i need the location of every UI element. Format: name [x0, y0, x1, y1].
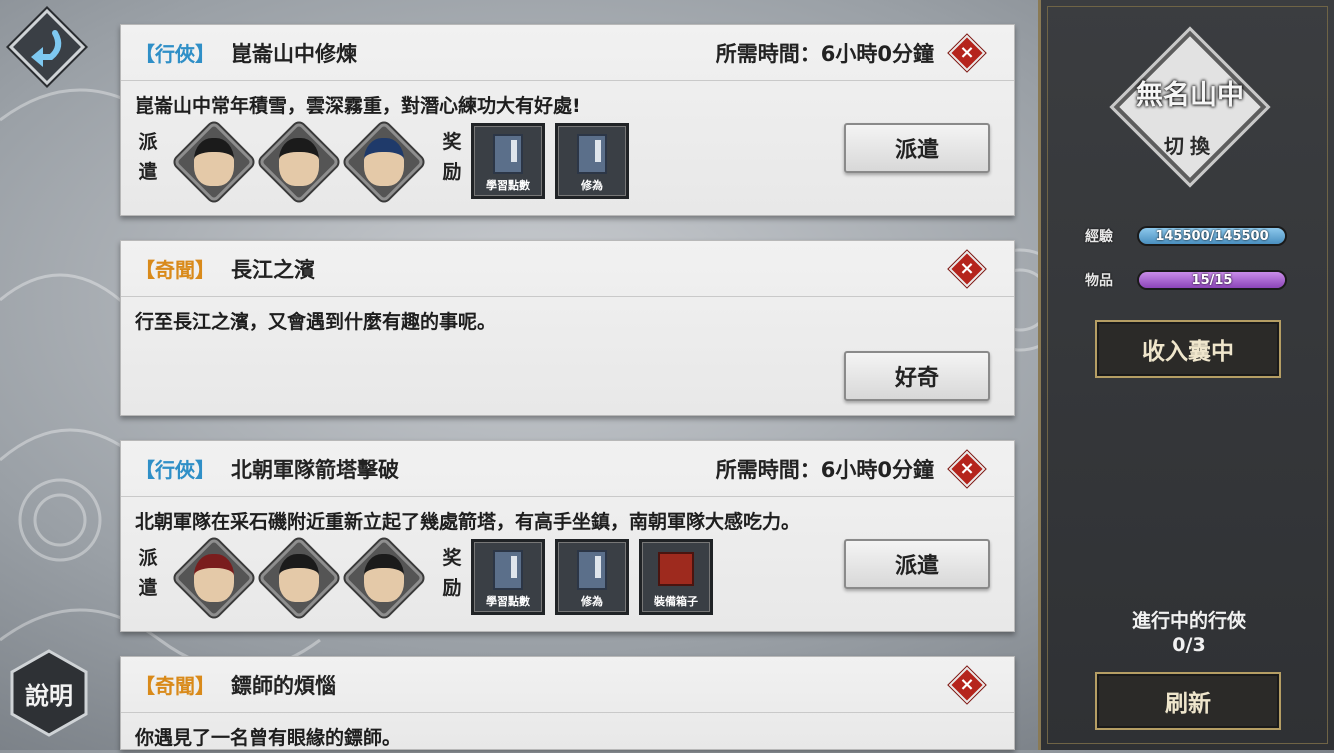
- quest-tag: 【奇聞】: [135, 674, 215, 698]
- items-row: 物品 15/15: [1085, 270, 1287, 290]
- hero-portrait-slot[interactable]: [342, 120, 426, 204]
- hero-face-icon: [364, 138, 404, 186]
- quest-header: 【奇聞】 鏢師的煩惱 ×: [121, 657, 1014, 713]
- exp-bar: 145500/145500: [1137, 226, 1287, 246]
- exp-label: 經驗: [1085, 229, 1113, 245]
- quest-tag: 【行俠】: [135, 42, 215, 66]
- close-icon: ×: [959, 42, 975, 63]
- help-button[interactable]: 說明: [8, 648, 90, 738]
- reward-item-label: 修為: [581, 595, 603, 608]
- hero-portrait-slot[interactable]: [172, 536, 256, 620]
- items-label: 物品: [1085, 273, 1113, 289]
- close-quest-button[interactable]: ×: [948, 250, 986, 288]
- ongoing-count: 0/3: [1172, 634, 1206, 656]
- hero-portrait-slot[interactable]: [342, 536, 426, 620]
- chest-icon: [658, 552, 694, 586]
- curious-button[interactable]: 好奇: [844, 351, 990, 401]
- quest-card: 【奇聞】 長江之濱 × 行至長江之濱，又會遇到什麼有趣的事呢。 好奇: [120, 240, 1015, 416]
- quest-title: 鏢師的煩惱: [231, 673, 336, 698]
- reward-item-label: 學習點數: [486, 595, 530, 608]
- quest-time: 所需時間：6小時0分鐘: [715, 457, 934, 482]
- exp-value: 145500/145500: [1155, 228, 1269, 244]
- book-icon: [577, 134, 607, 174]
- quest-card: 【行俠】 崑崙山中修煉 所需時間：6小時0分鐘 × 崑崙山中常年積雪，雲深霧重，…: [120, 24, 1015, 216]
- quest-description: 你遇見了一名曾有眼緣的鏢師。: [135, 727, 402, 749]
- reward-item[interactable]: 修為: [555, 123, 629, 199]
- dispatch-label: 派遣: [138, 547, 158, 599]
- book-icon: [577, 550, 607, 590]
- back-arrow-icon: [31, 30, 62, 67]
- exp-row: 經驗 145500/145500: [1085, 226, 1287, 246]
- side-panel: 無名山中 切換 經驗 145500/145500 物品 15/15 收入囊中 進…: [1038, 0, 1334, 750]
- close-icon: ×: [959, 458, 975, 479]
- collect-button[interactable]: 收入囊中: [1095, 320, 1281, 378]
- quest-description: 北朝軍隊在采石磯附近重新立起了幾處箭塔，有高手坐鎮，南朝軍隊大感吃力。: [135, 511, 801, 533]
- quest-title: 崑崙山中修煉: [231, 41, 357, 66]
- close-quest-button[interactable]: ×: [948, 450, 986, 488]
- reward-item-label: 修為: [581, 179, 603, 192]
- dispatch-label: 派遣: [138, 131, 158, 183]
- quest-description: 崑崙山中常年積雪，雲深霧重，對潛心練功大有好處!: [135, 95, 581, 117]
- quest-card: 【奇聞】 鏢師的煩惱 × 你遇見了一名曾有眼緣的鏢師。: [120, 656, 1015, 750]
- location-name: 無名山中: [1136, 79, 1244, 111]
- quest-tag: 【行俠】: [135, 458, 215, 482]
- hero-face-icon: [364, 554, 404, 602]
- help-label: 說明: [25, 681, 73, 710]
- switch-label: 切換: [1164, 134, 1216, 158]
- reward-item-label: 裝備箱子: [654, 595, 698, 608]
- reward-label: 奖励: [442, 131, 462, 183]
- quest-description: 行至長江之濱，又會遇到什麼有趣的事呢。: [135, 311, 497, 333]
- close-quest-button[interactable]: ×: [948, 666, 986, 704]
- quest-title: 北朝軍隊箭塔擊破: [231, 457, 399, 482]
- items-value: 15/15: [1191, 272, 1233, 288]
- hero-portrait-slot[interactable]: [172, 120, 256, 204]
- reward-item[interactable]: 修為: [555, 539, 629, 615]
- book-icon: [493, 550, 523, 590]
- dispatch-button[interactable]: 派遣: [844, 539, 990, 589]
- reward-item-label: 學習點數: [486, 179, 530, 192]
- book-icon: [493, 134, 523, 174]
- ongoing-label: 進行中的行俠: [1131, 610, 1246, 632]
- close-icon: ×: [959, 674, 975, 695]
- quest-card: 【行俠】 北朝軍隊箭塔擊破 所需時間：6小時0分鐘 × 北朝軍隊在采石磯附近重新…: [120, 440, 1015, 632]
- reward-item[interactable]: 學習點數: [471, 539, 545, 615]
- hero-face-icon: [279, 554, 319, 602]
- quest-header: 【行俠】 崑崙山中修煉 所需時間：6小時0分鐘 ×: [121, 25, 1014, 81]
- reward-item[interactable]: 學習點數: [471, 123, 545, 199]
- quest-tag: 【奇聞】: [135, 258, 215, 282]
- back-button[interactable]: [8, 8, 86, 86]
- hero-portrait-slot[interactable]: [257, 120, 341, 204]
- dispatch-button[interactable]: 派遣: [844, 123, 990, 173]
- close-icon: ×: [959, 258, 975, 279]
- quest-header: 【奇聞】 長江之濱 ×: [121, 241, 1014, 297]
- items-bar: 15/15: [1137, 270, 1287, 290]
- reward-label: 奖励: [442, 547, 462, 599]
- hero-face-icon: [194, 554, 234, 602]
- quest-title: 長江之濱: [231, 257, 315, 282]
- close-quest-button[interactable]: ×: [948, 34, 986, 72]
- hero-face-icon: [279, 138, 319, 186]
- quest-time: 所需時間：6小時0分鐘: [715, 41, 934, 66]
- hero-face-icon: [194, 138, 234, 186]
- hero-portrait-slot[interactable]: [257, 536, 341, 620]
- refresh-button[interactable]: 刷新: [1095, 672, 1281, 730]
- reward-item[interactable]: 裝備箱子: [639, 539, 713, 615]
- quest-header: 【行俠】 北朝軍隊箭塔擊破 所需時間：6小時0分鐘 ×: [121, 441, 1014, 497]
- location-switch-button[interactable]: 無名山中 切換: [1113, 30, 1267, 184]
